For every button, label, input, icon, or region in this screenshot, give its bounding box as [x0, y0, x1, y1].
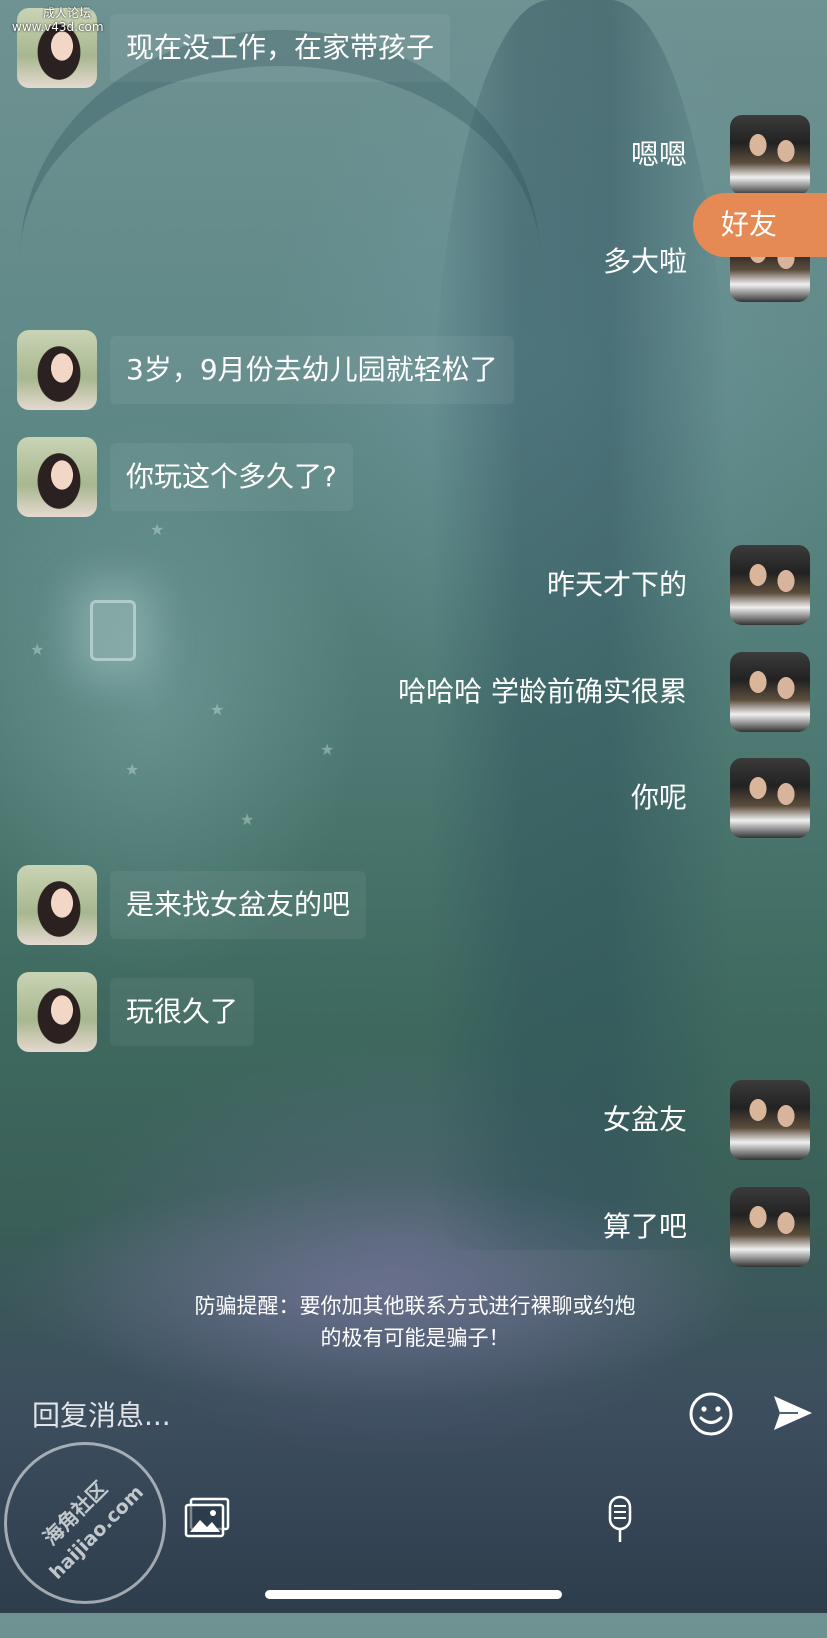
- message-row-me: 昨天才下的: [0, 545, 827, 625]
- message-row-me: 算了吧: [0, 1187, 827, 1267]
- background-star: ★: [320, 740, 335, 759]
- partner-avatar[interactable]: [17, 865, 97, 945]
- partner-avatar[interactable]: [17, 972, 97, 1052]
- emoji-icon: [689, 1392, 733, 1436]
- message-row-me: 女盆友: [0, 1080, 827, 1160]
- message-bubble[interactable]: 你玩这个多久了?: [110, 443, 353, 511]
- emoji-button[interactable]: [688, 1391, 734, 1437]
- message-bubble[interactable]: 现在没工作，在家带孩子: [110, 14, 451, 82]
- message-row-her: 玩很久了: [0, 972, 827, 1052]
- partner-avatar[interactable]: [17, 437, 97, 517]
- send-button[interactable]: [770, 1390, 816, 1436]
- fraud-warning-line1: 防骗提醒：要你加其他联系方式进行裸聊或约炮: [194, 1294, 636, 1318]
- reply-input[interactable]: [30, 1388, 634, 1442]
- my-avatar[interactable]: [730, 1080, 810, 1160]
- image-button[interactable]: [183, 1496, 231, 1540]
- message-row-me: 哈哈哈 学龄前确实很累: [0, 652, 827, 732]
- message-row-her: 现在没工作，在家带孩子: [0, 8, 827, 88]
- image-icon: [184, 1497, 230, 1538]
- send-icon: [774, 1396, 812, 1430]
- message-bubble[interactable]: 你呢: [631, 764, 687, 832]
- friend-tag[interactable]: 好友: [693, 193, 827, 257]
- home-indicator[interactable]: [265, 1590, 562, 1599]
- message-bubble[interactable]: 玩很久了: [110, 978, 255, 1046]
- fraud-warning: 防骗提醒：要你加其他联系方式进行裸聊或约炮 的极有可能是骗子！: [120, 1290, 710, 1354]
- my-avatar[interactable]: [730, 652, 810, 732]
- message-bubble[interactable]: 嗯嗯: [631, 121, 687, 189]
- voice-button[interactable]: [602, 1494, 638, 1546]
- message-bubble[interactable]: 3岁，9月份去幼儿园就轻松了: [110, 336, 514, 404]
- fraud-warning-line2: 的极有可能是骗子！: [320, 1326, 510, 1350]
- message-row-her: 是来找女盆友的吧: [0, 865, 827, 945]
- message-bubble[interactable]: 哈哈哈 学龄前确实很累: [398, 658, 687, 726]
- site-watermark: 成人论坛 www.v43d.com: [12, 6, 122, 34]
- message-bubble[interactable]: 多大啦: [603, 228, 687, 296]
- message-row-her: 3岁，9月份去幼儿园就轻松了: [0, 330, 827, 410]
- message-row-her: 你玩这个多久了?: [0, 437, 827, 517]
- my-avatar[interactable]: [730, 115, 810, 195]
- message-bubble[interactable]: 算了吧: [603, 1193, 687, 1261]
- partner-avatar[interactable]: [17, 330, 97, 410]
- background-star: ★: [150, 520, 165, 539]
- my-avatar[interactable]: [730, 758, 810, 838]
- message-bubble[interactable]: 是来找女盆友的吧: [110, 871, 367, 939]
- message-bubble[interactable]: 女盆友: [603, 1086, 687, 1154]
- my-avatar[interactable]: [730, 1187, 810, 1267]
- my-avatar[interactable]: [730, 545, 810, 625]
- microphone-icon: [608, 1495, 632, 1542]
- watermark-url: www.v43d.com: [12, 20, 104, 34]
- message-row-me: 嗯嗯: [0, 115, 827, 195]
- message-bubble[interactable]: 昨天才下的: [547, 551, 687, 619]
- composer: [0, 1380, 827, 1450]
- watermark-forum-label: 成人论坛: [42, 6, 91, 20]
- message-row-me: 你呢: [0, 758, 827, 838]
